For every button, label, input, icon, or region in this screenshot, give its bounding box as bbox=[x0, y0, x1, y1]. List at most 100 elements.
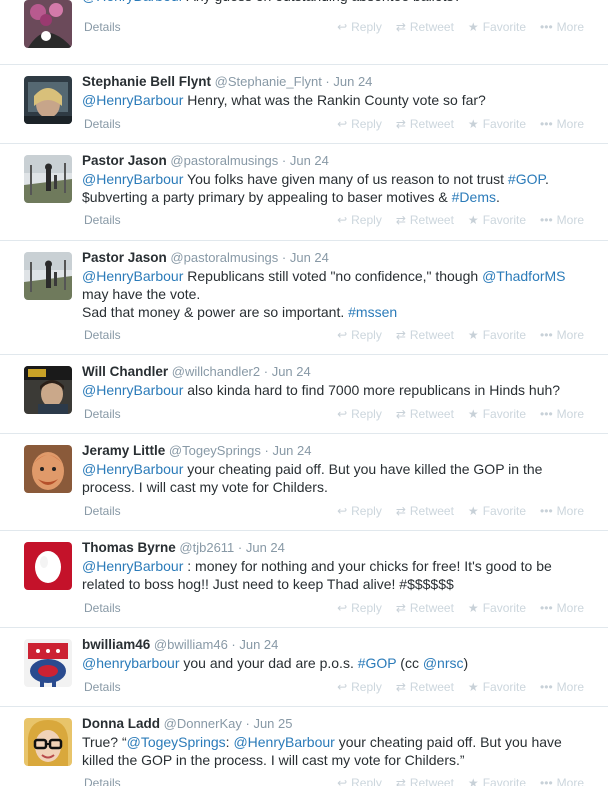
retweet-button[interactable]: ⇄ Retweet bbox=[396, 327, 454, 343]
reply-button[interactable]: ↩ Reply bbox=[337, 503, 382, 519]
favorite-button[interactable]: ★ Favorite bbox=[468, 327, 526, 343]
star-icon: ★ bbox=[467, 117, 479, 131]
mention-link[interactable]: @HenryBarbour bbox=[233, 734, 334, 750]
tweet-time[interactable]: Jun 24 bbox=[239, 637, 278, 652]
retweet-button[interactable]: ⇄ Retweet bbox=[396, 503, 454, 519]
mention-link[interactable]: @HenryBarbour bbox=[82, 92, 183, 108]
tweet-time[interactable]: Jun 24 bbox=[272, 443, 311, 458]
tweet-fullname[interactable]: Jeramy Little bbox=[82, 443, 165, 458]
tweet-handle[interactable]: @DonnerKay bbox=[164, 716, 242, 731]
tweet-time[interactable]: Jun 24 bbox=[272, 364, 311, 379]
tweet-time[interactable]: Jun 24 bbox=[333, 74, 372, 89]
tweet-fullname[interactable]: Pastor Jason bbox=[82, 153, 167, 168]
mention-link[interactable]: @HenryBarbour bbox=[82, 461, 183, 477]
tweet-fullname[interactable]: Will Chandler bbox=[82, 364, 168, 379]
reply-button[interactable]: ↩ Reply bbox=[337, 327, 382, 343]
reply-button[interactable]: ↩ Reply bbox=[337, 19, 382, 35]
mention-link[interactable]: @HenryBarbour bbox=[82, 0, 183, 4]
reply-button[interactable]: ↩ Reply bbox=[337, 406, 382, 422]
avatar[interactable] bbox=[24, 366, 72, 414]
retweet-button[interactable]: ⇄ Retweet bbox=[396, 406, 454, 422]
tweet-handle[interactable]: @tjb2611 bbox=[179, 540, 234, 555]
tweet-handle[interactable]: @pastoralmusings bbox=[170, 250, 278, 265]
details-link[interactable]: Details bbox=[84, 775, 121, 786]
more-button[interactable]: ••• More bbox=[540, 19, 584, 35]
more-button[interactable]: ••• More bbox=[540, 775, 584, 786]
details-link[interactable]: Details bbox=[84, 406, 121, 422]
tweet-time[interactable]: Jun 25 bbox=[253, 716, 292, 731]
avatar[interactable] bbox=[24, 0, 72, 48]
mention-link[interactable]: @HenryBarbour bbox=[82, 268, 183, 284]
retweet-button[interactable]: ⇄ Retweet bbox=[396, 19, 454, 35]
details-link[interactable]: Details bbox=[84, 116, 121, 132]
retweet-button[interactable]: ⇄ Retweet bbox=[396, 116, 454, 132]
avatar[interactable] bbox=[24, 542, 72, 590]
avatar[interactable] bbox=[24, 76, 72, 124]
tweet-handle[interactable]: @TogeySprings bbox=[169, 443, 261, 458]
favorite-button[interactable]: ★ Favorite bbox=[468, 775, 526, 786]
avatar[interactable] bbox=[24, 252, 72, 300]
reply-button[interactable]: ↩ Reply bbox=[337, 212, 382, 228]
reply-button[interactable]: ↩ Reply bbox=[337, 775, 382, 786]
avatar[interactable] bbox=[24, 155, 72, 203]
retweet-button[interactable]: ⇄ Retweet bbox=[396, 775, 454, 786]
more-button[interactable]: ••• More bbox=[540, 406, 584, 422]
more-button[interactable]: ••• More bbox=[540, 212, 584, 228]
favorite-button[interactable]: ★ Favorite bbox=[468, 212, 526, 228]
reply-button[interactable]: ↩ Reply bbox=[337, 600, 382, 616]
hashtag-link[interactable]: #mssen bbox=[348, 304, 397, 320]
details-link[interactable]: Details bbox=[84, 327, 121, 343]
details-link[interactable]: Details bbox=[84, 600, 121, 616]
details-link[interactable]: Details bbox=[84, 679, 121, 695]
favorite-button[interactable]: ★ Favorite bbox=[468, 19, 526, 35]
more-button[interactable]: ••• More bbox=[540, 600, 584, 616]
tweet-time[interactable]: Jun 24 bbox=[290, 250, 329, 265]
mention-link[interactable]: @ThadforMS bbox=[482, 268, 565, 284]
tweet-handle[interactable]: @pastoralmusings bbox=[170, 153, 278, 168]
hashtag-link[interactable]: #GOP bbox=[508, 171, 545, 187]
tweet: Mike Chillit @MikeChillit · Jun 24@Henry… bbox=[0, 0, 608, 65]
favorite-button[interactable]: ★ Favorite bbox=[468, 679, 526, 695]
tweet-time[interactable]: Jun 24 bbox=[290, 153, 329, 168]
mention-link[interactable]: @HenryBarbour bbox=[82, 558, 183, 574]
avatar[interactable] bbox=[24, 639, 72, 687]
tweet-handle[interactable]: @willchandler2 bbox=[172, 364, 260, 379]
more-button[interactable]: ••• More bbox=[540, 116, 584, 132]
tweet-fullname[interactable]: Thomas Byrne bbox=[82, 540, 176, 555]
mention-link[interactable]: @henrybarbour bbox=[82, 655, 180, 671]
more-button[interactable]: ••• More bbox=[540, 503, 584, 519]
tweet-fullname[interactable]: Stephanie Bell Flynt bbox=[82, 74, 211, 89]
tweet-fullname[interactable]: bwilliam46 bbox=[82, 637, 150, 652]
tweet-footer: Details ↩ Reply ⇄ Retweet ★ Favorite ••• More bbox=[82, 600, 584, 616]
reply-button[interactable]: ↩ Reply bbox=[337, 679, 382, 695]
details-link[interactable]: Details bbox=[84, 503, 121, 519]
more-button[interactable]: ••• More bbox=[540, 679, 584, 695]
reply-icon: ↩ bbox=[337, 213, 348, 227]
mention-link[interactable]: @TogeySprings bbox=[127, 734, 226, 750]
favorite-button[interactable]: ★ Favorite bbox=[468, 406, 526, 422]
favorite-button[interactable]: ★ Favorite bbox=[468, 116, 526, 132]
details-link[interactable]: Details bbox=[84, 212, 121, 228]
tweet-fullname[interactable]: Donna Ladd bbox=[82, 716, 160, 731]
tweet-footer: Details ↩ Reply ⇄ Retweet ★ Favorite ••• More bbox=[82, 116, 584, 132]
avatar[interactable] bbox=[24, 718, 72, 766]
mention-link[interactable]: @HenryBarbour bbox=[82, 382, 183, 398]
retweet-button[interactable]: ⇄ Retweet bbox=[396, 679, 454, 695]
hashtag-link[interactable]: #GOP bbox=[358, 655, 397, 671]
reply-button[interactable]: ↩ Reply bbox=[337, 116, 382, 132]
details-link[interactable]: Details bbox=[84, 19, 121, 35]
tweet-time[interactable]: Jun 24 bbox=[246, 540, 285, 555]
favorite-button[interactable]: ★ Favorite bbox=[468, 600, 526, 616]
hashtag-link[interactable]: #Dems bbox=[452, 189, 496, 205]
favorite-button[interactable]: ★ Favorite bbox=[468, 503, 526, 519]
more-button[interactable]: ••• More bbox=[540, 327, 584, 343]
avatar[interactable] bbox=[24, 445, 72, 493]
mention-link[interactable]: @nrsc bbox=[423, 655, 464, 671]
dot-separator: · bbox=[241, 716, 254, 731]
retweet-button[interactable]: ⇄ Retweet bbox=[396, 212, 454, 228]
tweet-handle[interactable]: @bwilliam46 bbox=[154, 637, 228, 652]
tweet-fullname[interactable]: Pastor Jason bbox=[82, 250, 167, 265]
mention-link[interactable]: @HenryBarbour bbox=[82, 171, 183, 187]
tweet-handle[interactable]: @Stephanie_Flynt bbox=[215, 74, 322, 89]
retweet-button[interactable]: ⇄ Retweet bbox=[396, 600, 454, 616]
